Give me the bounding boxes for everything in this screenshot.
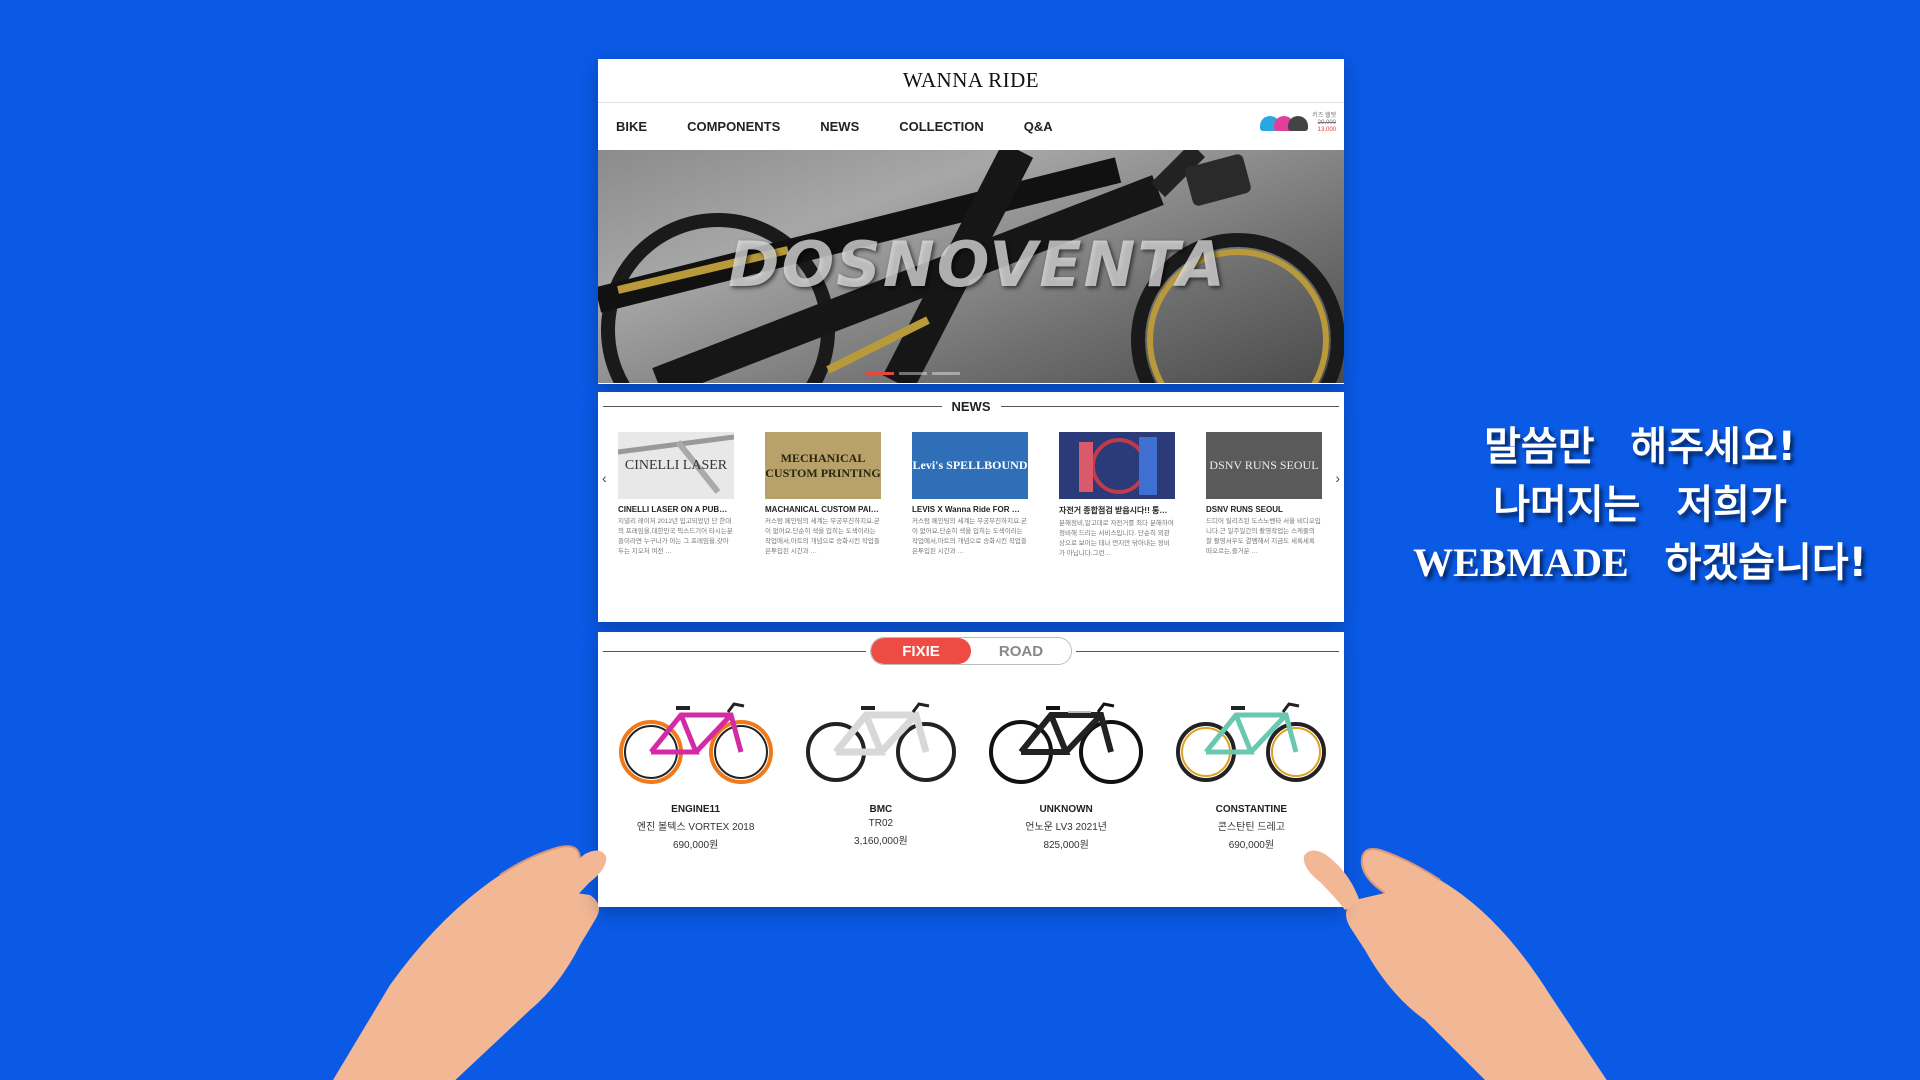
news-card-body: 드디어 릴리즈된 도스노벤타 서울 비디오입니다.근 일주일간의 촬영작업는 스… (1206, 518, 1321, 555)
news-section-title: NEWS (951, 398, 991, 414)
news-card-body: 지넬리 레이저 2012년 입고되었던 단 한대의 프레임을,대한민국 픽스드기… (618, 518, 733, 555)
product-name: 엔진 볼텍스 VORTEX 2018 (636, 822, 755, 833)
hero-dot-1[interactable] (866, 372, 894, 375)
news-thumbnail (1059, 432, 1175, 499)
news-thumb-text: MECHANICAL CUSTOM PRINTING (765, 450, 881, 480)
news-card-body: 분해정비,알고대로 자전거를 최다 분해하여 정비해 드리는 서비스입니다. 단… (1059, 520, 1174, 557)
news-card[interactable]: MECHANICAL CUSTOM PRINTING MACHANICAL CU… (765, 432, 881, 559)
product-name: TR02 (868, 818, 894, 829)
news-thumb-text: CINELLI LASER (624, 458, 728, 473)
slogan-line-3: WEBMADE 하겠습니다! (1390, 534, 1890, 592)
chevron-left-icon[interactable]: ‹ (602, 470, 607, 486)
news-card-title: LEVIS X Wanna Ride FOR … (912, 505, 1020, 514)
hero-dot-3[interactable] (932, 372, 960, 375)
news-thumbnail: MECHANICAL CUSTOM PRINTING (765, 432, 881, 499)
product-card[interactable]: BMC TR02 3,160,000원 (788, 684, 973, 851)
news-thumb-text: DSNV RUNS SEOUL (1209, 458, 1319, 472)
bicycle-icon (805, 702, 956, 782)
helmet-ad[interactable]: 키즈 헬멧 20,000 13,000 (1260, 113, 1336, 134)
chevron-right-icon[interactable]: › (1335, 470, 1340, 486)
site-logo[interactable]: WANNA RIDE (903, 68, 1039, 93)
news-panel: NEWS ‹ › CINELLI LASER CINELLI LASER ON … (598, 392, 1344, 622)
main-nav: BIKE COMPONENTS NEWS COLLECTION Q&A 키즈 헬… (598, 103, 1344, 150)
news-carousel: ‹ › CINELLI LASER CINELLI LASER ON A PUB… (598, 420, 1344, 559)
slogan-line-3-rest: 하겠습니다! (1664, 540, 1867, 586)
product-brand: BMC (869, 804, 893, 815)
right-thumb-illustration (1303, 850, 1360, 910)
left-thumb-illustration (550, 850, 607, 910)
news-card-title: 자전거 종합점검 받읍시다!! 통… (1059, 506, 1168, 515)
tab-fixie[interactable]: FIXIE (871, 638, 971, 664)
product-image (603, 684, 788, 796)
hero-title: DOSNOVENTA (728, 228, 1227, 301)
news-thumb-text: Levi's SPELLBOUND (912, 458, 1028, 472)
product-name: 콘스탄틴 드레고 (1217, 822, 1285, 833)
product-card[interactable]: ENGINE11 엔진 볼텍스 VORTEX 2018 690,000원 (603, 684, 788, 851)
helmet-ad-label: 키즈 헬멧 (1312, 113, 1336, 119)
product-name: 언노운 LV3 2021년 (1025, 822, 1107, 833)
product-card[interactable]: CONSTANTINE 콘스탄틴 드레고 690,000원 (1159, 684, 1344, 851)
hero-pagination (866, 372, 960, 375)
news-card-title: CINELLI LASER ON A PUB… (618, 505, 728, 514)
nav-item-collection[interactable]: COLLECTION (899, 119, 984, 134)
news-card-body: 커스텀 페인팅의 세계는 무궁무진하지요.굳이 없어요.단순히 색을 입히는 도… (912, 518, 1027, 555)
news-thumbnail: DSNV RUNS SEOUL (1206, 432, 1322, 499)
news-card-title: DSNV RUNS SEOUL (1206, 505, 1283, 514)
news-card-title: MACHANICAL CUSTOM PAI… (765, 505, 879, 514)
mechanic-photo-icon (1059, 432, 1175, 499)
nav-item-qa[interactable]: Q&A (1024, 119, 1053, 134)
divider-line (603, 405, 942, 407)
shop-tab-header: FIXIE ROAD (598, 632, 1344, 670)
promo-slogan: 말씀만 해주세요! 나머지는 저희가 WEBMADE 하겠습니다! (1390, 418, 1890, 592)
product-brand: UNKNOWN (1039, 804, 1093, 815)
bicycle-icon (618, 702, 773, 784)
product-card[interactable]: UNKNOWN 언노운 LV3 2021년 825,000원 (974, 684, 1159, 851)
shop-panel: FIXIE ROAD ENGINE11 엔진 볼텍스 VORTEX 2018 6… (598, 632, 1344, 907)
news-card-body: 커스텀 페인팅의 세계는 무궁무진하지요.굳이 없어요.단순히 색을 입히는 도… (765, 518, 880, 555)
news-thumbnail: Levi's SPELLBOUND (912, 432, 1028, 499)
nav-item-bike[interactable]: BIKE (616, 119, 647, 134)
helmet-ad-old-price: 20,000 (1317, 120, 1336, 126)
product-price: 690,000원 (672, 840, 719, 851)
product-list: ENGINE11 엔진 볼텍스 VORTEX 2018 690,000원 BMC… (598, 670, 1344, 851)
helmet-ad-price: 13,000 (1317, 127, 1336, 133)
news-thumbnail: CINELLI LASER (618, 432, 734, 499)
news-card[interactable]: DSNV RUNS SEOUL DSNV RUNS SEOUL 드디어 릴리즈된… (1206, 432, 1322, 559)
news-header: NEWS (598, 392, 1344, 420)
category-tabs: FIXIE ROAD (870, 637, 1072, 665)
product-image (974, 684, 1159, 796)
product-brand: ENGINE11 (671, 804, 721, 815)
tab-road[interactable]: ROAD (971, 638, 1071, 664)
helmet-gray-icon (1288, 116, 1309, 131)
divider-line (1000, 405, 1339, 407)
product-image (788, 684, 973, 796)
hero-banner[interactable]: DOSNOVENTA (598, 150, 1344, 383)
nav-item-news[interactable]: NEWS (820, 119, 859, 134)
header-panel: WANNA RIDE BIKE COMPONENTS NEWS COLLECTI… (598, 59, 1344, 384)
helmet-ad-text: 키즈 헬멧 20,000 13,000 (1312, 113, 1336, 134)
news-card[interactable]: 자전거 종합점검 받읍시다!! 통… 분해정비,알고대로 자전거를 최다 분해하… (1059, 432, 1175, 559)
website-mockup-poster: WANNA RIDE BIKE COMPONENTS NEWS COLLECTI… (598, 59, 1344, 907)
news-card[interactable]: CINELLI LASER CINELLI LASER ON A PUB… 지넬… (618, 432, 734, 559)
product-price: 825,000원 (1043, 840, 1089, 851)
hero-dot-2[interactable] (899, 372, 927, 375)
bicycle-icon (989, 702, 1144, 784)
slogan-brand: WEBMADE (1413, 540, 1629, 585)
product-image (1159, 684, 1344, 796)
slogan-line-1: 말씀만 해주세요! (1484, 424, 1796, 470)
logo-bar: WANNA RIDE (598, 59, 1344, 103)
product-price: 3,160,000원 (854, 836, 908, 847)
product-brand: CONSTANTINE (1215, 804, 1288, 815)
divider-line (1076, 650, 1339, 652)
slogan-line-2: 나머지는 저희가 (1493, 482, 1787, 528)
divider-line (603, 650, 866, 652)
bicycle-icon (1176, 702, 1327, 782)
nav-item-components[interactable]: COMPONENTS (687, 119, 780, 134)
news-card[interactable]: Levi's SPELLBOUND LEVIS X Wanna Ride FOR… (912, 432, 1028, 559)
